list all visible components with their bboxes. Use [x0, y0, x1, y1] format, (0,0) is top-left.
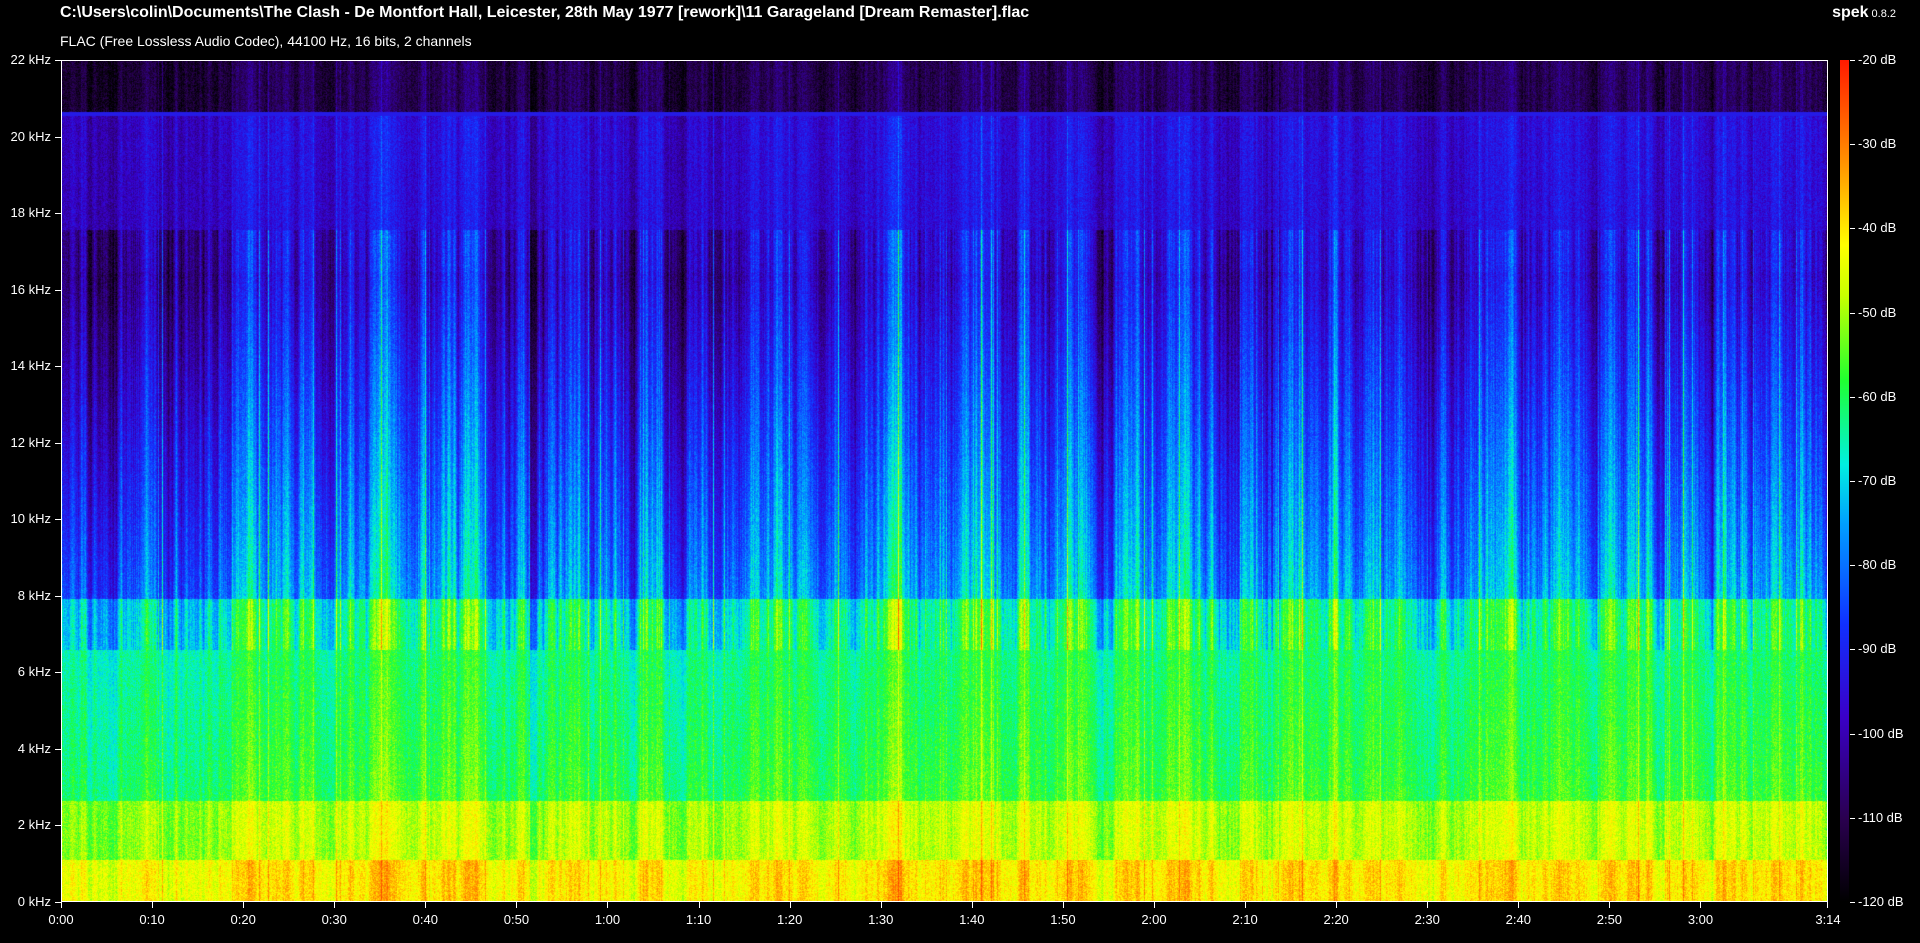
time-tick-label: 0:10 [139, 912, 165, 927]
time-tick-mark [1063, 902, 1064, 908]
decibel-tick-label: -60 dB [1858, 388, 1897, 404]
frequency-tick-mark [55, 749, 61, 750]
frequency-tick-label: 0 kHz [17, 894, 51, 909]
frequency-tick-mark [55, 137, 61, 138]
time-tick-mark [1700, 902, 1701, 908]
frequency-tick-mark [55, 290, 61, 291]
frequency-tick-mark [55, 213, 61, 214]
time-tick-mark [334, 902, 335, 908]
frequency-tick-label: 2 kHz [17, 817, 51, 833]
time-tick-label: 2:10 [1232, 912, 1258, 927]
frequency-tick-mark [55, 672, 61, 673]
time-tick-mark [516, 902, 517, 908]
time-tick-mark [243, 902, 244, 908]
time-tick-mark [1609, 902, 1610, 908]
time-tick-mark [61, 902, 62, 908]
frequency-tick-label: 20 kHz [10, 128, 51, 144]
decibel-tick-mark [1850, 144, 1855, 145]
audio-format-info: FLAC (Free Lossless Audio Codec), 44100 … [60, 33, 472, 49]
time-tick-mark [1827, 902, 1828, 908]
frequency-tick-mark [55, 366, 61, 367]
time-tick-mark [790, 902, 791, 908]
time-tick-mark [425, 902, 426, 908]
time-tick-label: 1:20 [777, 912, 803, 927]
time-tick-label: 1:10 [685, 912, 712, 927]
decibel-tick-mark [1850, 902, 1855, 903]
frequency-tick-label: 14 kHz [10, 358, 51, 374]
time-tick-mark [1336, 902, 1337, 908]
file-path-title: C:\Users\colin\Documents\The Clash - De … [60, 4, 1030, 21]
decibel-tick-mark [1850, 565, 1855, 566]
app-brand: spek 0.8.2 [1832, 4, 1896, 22]
frequency-tick-mark [55, 825, 61, 826]
decibel-tick-label: -70 dB [1858, 473, 1897, 488]
app-name: spek [1832, 4, 1869, 21]
time-tick-label: 3:14 [1815, 912, 1841, 927]
time-tick-label: 0:20 [230, 912, 256, 927]
frequency-tick-label: 6 kHz [17, 664, 51, 680]
time-tick-label: 1:40 [959, 912, 985, 927]
frequency-tick-mark [55, 443, 61, 444]
time-tick-mark [1154, 902, 1155, 908]
decibel-tick-label: -50 dB [1858, 304, 1897, 320]
decibel-tick-label: -40 dB [1858, 220, 1897, 236]
time-tick-label: 2:40 [1505, 912, 1531, 927]
time-tick-label: 3:00 [1687, 912, 1714, 927]
frequency-tick-label: 12 kHz [10, 434, 51, 450]
app-version: 0.8.2 [1871, 8, 1896, 20]
time-tick-label: 2:20 [1323, 912, 1349, 927]
time-tick-label: 0:00 [48, 912, 74, 927]
frequency-tick-label: 10 kHz [10, 511, 51, 527]
time-tick-mark [607, 902, 608, 908]
decibel-tick-label: -30 dB [1858, 136, 1897, 152]
decibel-tick-label: -100 dB [1858, 725, 1904, 741]
frequency-tick-label: 22 kHz [10, 52, 51, 67]
frequency-tick-label: 18 kHz [10, 205, 51, 221]
frequency-tick-label: 8 kHz [17, 587, 51, 603]
frequency-tick-label: 16 kHz [10, 281, 51, 297]
decibel-tick-label: -110 dB [1858, 809, 1903, 825]
time-tick-label: 1:00 [594, 912, 621, 927]
decibel-tick-mark [1850, 397, 1855, 398]
decibel-tick-mark [1850, 734, 1855, 735]
decibel-tick-label: -90 dB [1858, 641, 1897, 657]
time-tick-label: 0:30 [321, 912, 347, 927]
decibel-tick-mark [1850, 313, 1855, 314]
time-tick-label: 0:50 [503, 912, 530, 927]
time-tick-label: 0:40 [412, 912, 438, 927]
decibel-tick-mark [1850, 228, 1855, 229]
frequency-tick-mark [55, 596, 61, 597]
decibel-tick-label: -80 dB [1858, 557, 1897, 573]
spectrogram-plot [61, 60, 1828, 902]
time-tick-label: 1:50 [1050, 912, 1076, 927]
decibel-tick-label: -20 dB [1858, 52, 1897, 67]
decibel-tick-mark [1850, 818, 1855, 819]
decibel-tick-mark [1850, 649, 1855, 650]
decibel-colorbar [1840, 60, 1849, 902]
time-tick-mark [152, 902, 153, 908]
decibel-tick-label: -120 dB [1858, 894, 1904, 909]
spectrogram-canvas [62, 61, 1827, 901]
time-tick-mark [881, 902, 882, 908]
time-tick-mark [1245, 902, 1246, 908]
decibel-tick-mark [1850, 481, 1855, 482]
time-tick-label: 2:50 [1596, 912, 1623, 927]
time-tick-label: 2:30 [1414, 912, 1440, 927]
time-tick-label: 1:30 [868, 912, 894, 927]
time-tick-mark [972, 902, 973, 908]
time-tick-label: 2:00 [1141, 912, 1167, 927]
frequency-tick-mark [55, 519, 61, 520]
frequency-tick-label: 4 kHz [17, 740, 51, 756]
decibel-tick-mark [1850, 60, 1855, 61]
frequency-tick-mark [55, 60, 61, 61]
time-tick-mark [699, 902, 700, 908]
time-tick-mark [1518, 902, 1519, 908]
time-tick-mark [1427, 902, 1428, 908]
